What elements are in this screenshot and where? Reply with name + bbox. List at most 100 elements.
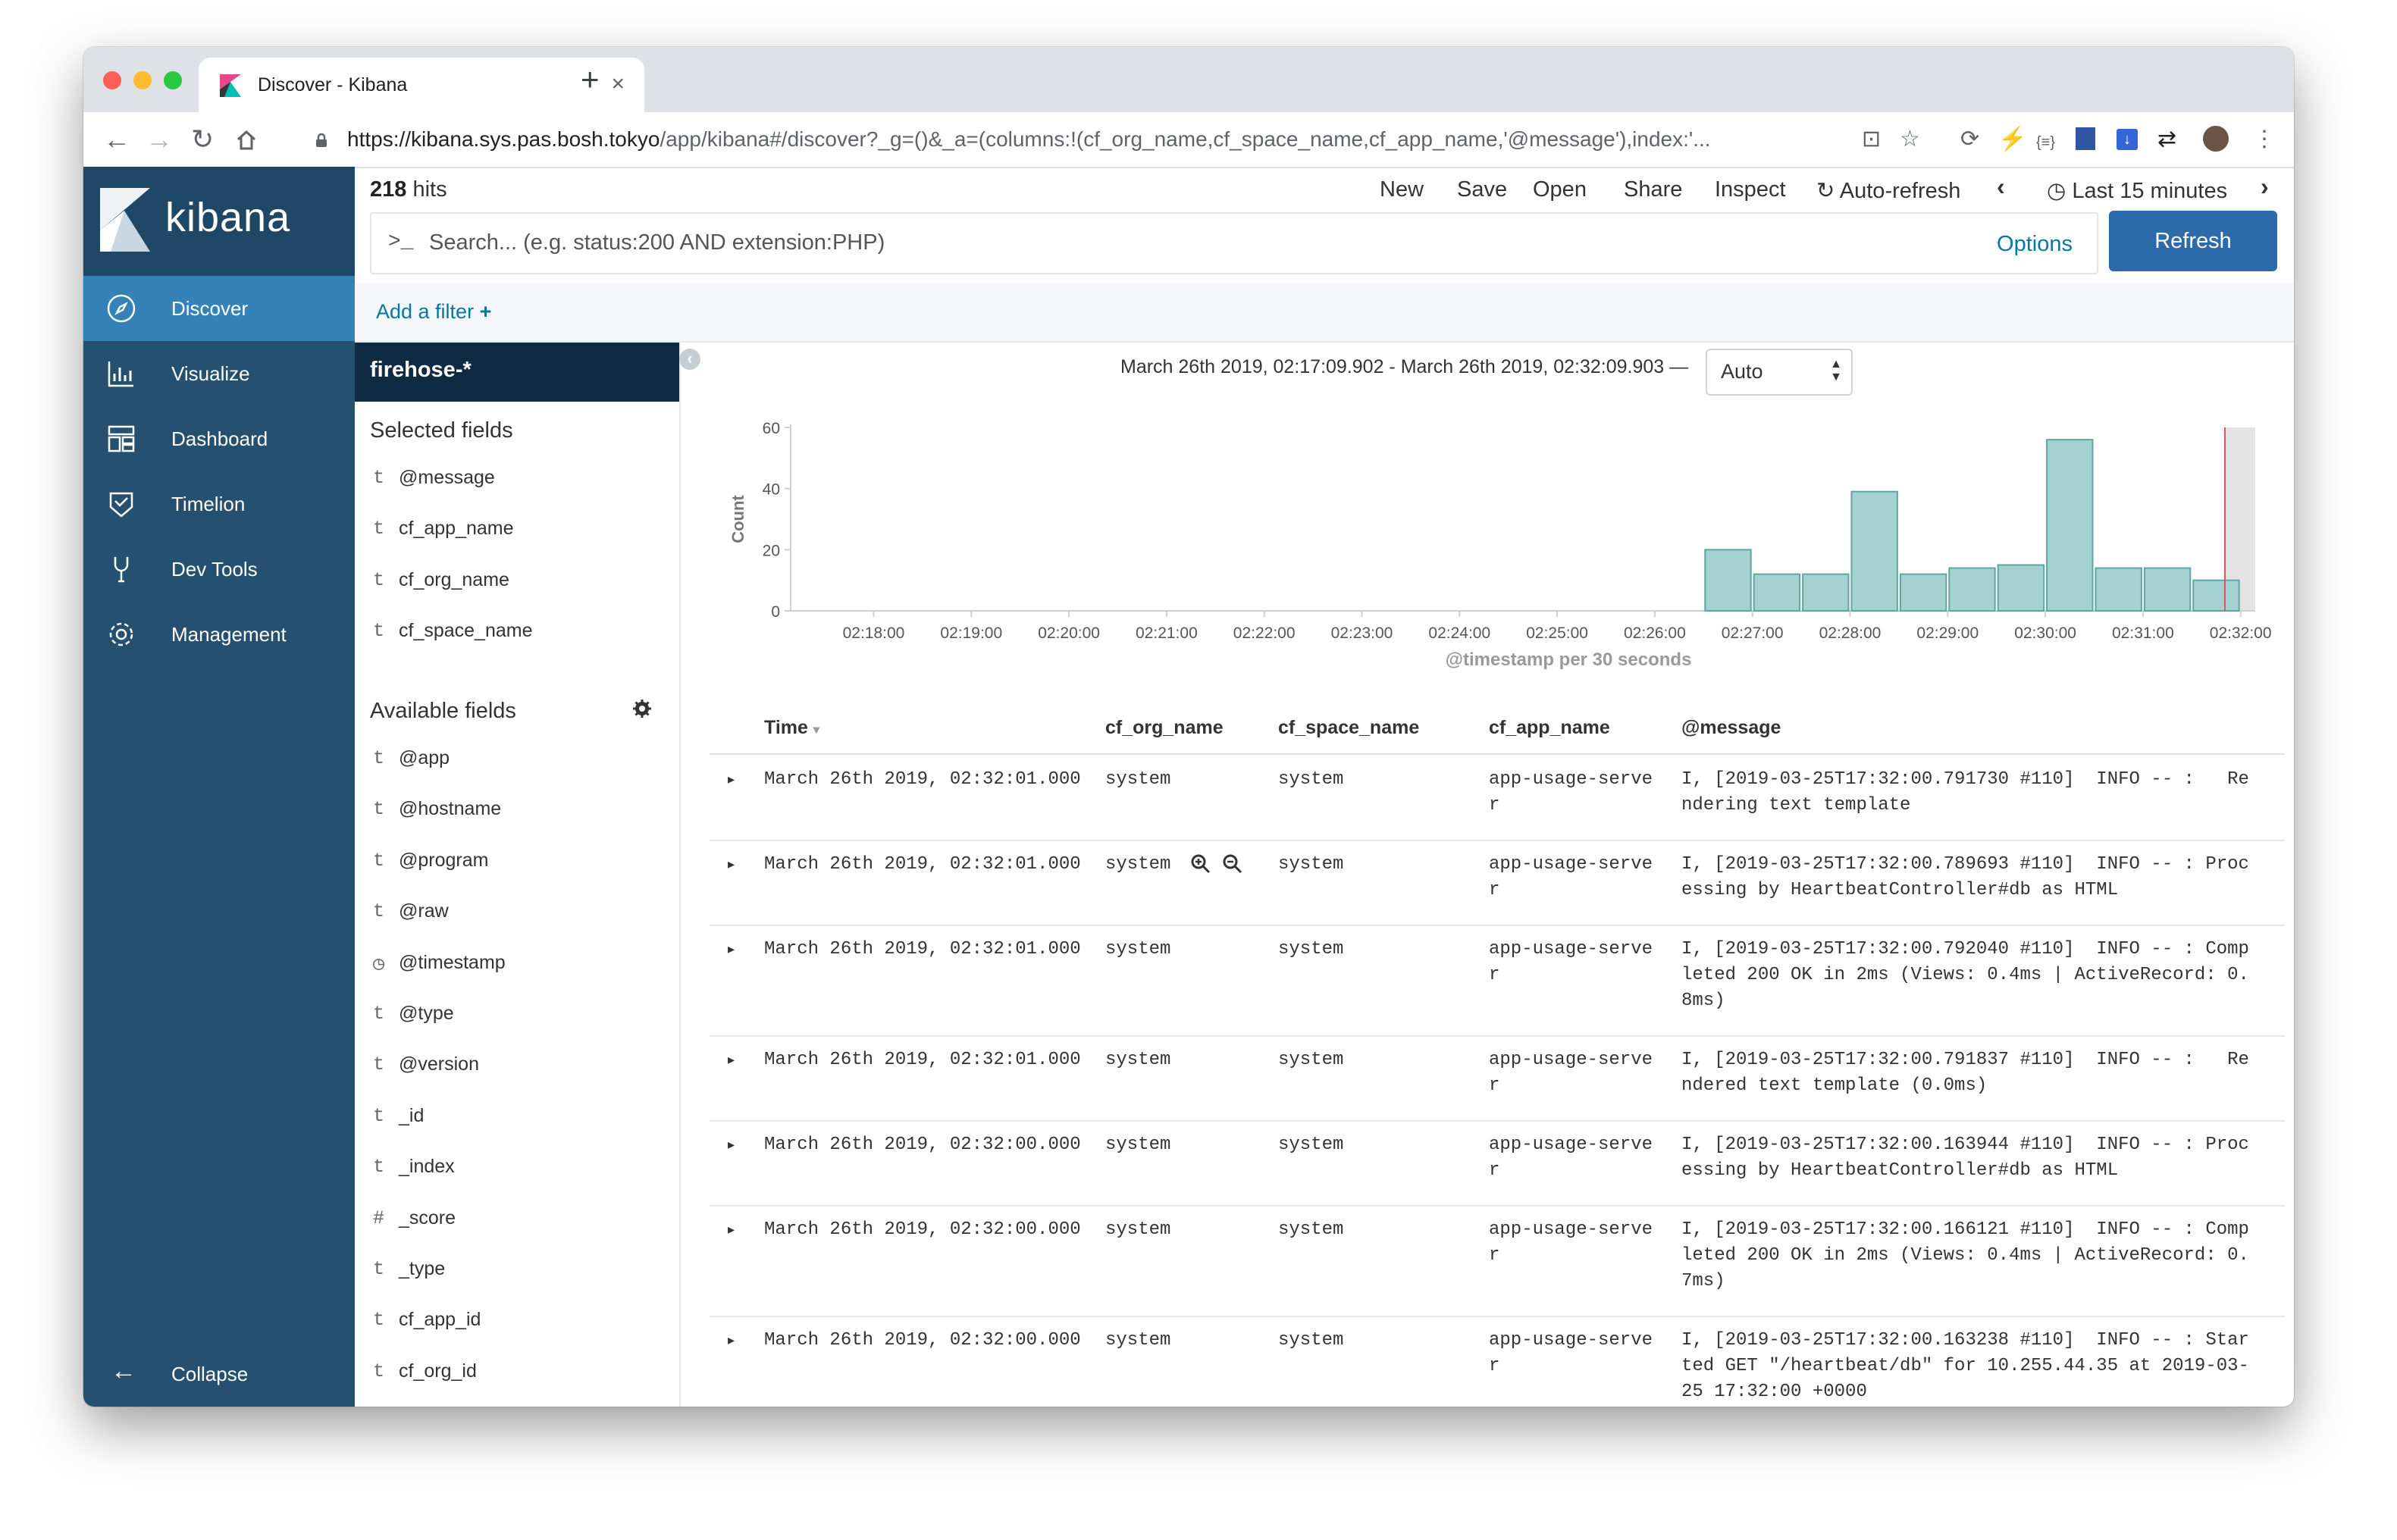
add-filter-button[interactable]: Add a filter +	[376, 300, 491, 324]
table-row[interactable]: ▸ March 26th 2019, 02:32:00.000 system syst…	[710, 1120, 2285, 1207]
field-item[interactable]: t cf_app_id	[355, 1298, 679, 1344]
filter-out-value-icon[interactable]	[1222, 853, 1243, 875]
table-row[interactable]: ▸ March 26th 2019, 02:32:01.000 system syst…	[710, 840, 2285, 926]
collapse-fields-chevron-icon[interactable]: ‹	[679, 349, 700, 370]
translate-icon[interactable]: ⊡	[1862, 126, 1881, 153]
cell-message: I, [2019-03-25T17:32:00.166121 #110] INF…	[1681, 1219, 2249, 1291]
column-header-message[interactable]: @message	[1681, 717, 1781, 739]
close-tab-icon[interactable]: ×	[611, 71, 625, 97]
refresh-button[interactable]: Refresh	[2109, 211, 2277, 271]
kibana-favicon-icon	[220, 74, 241, 97]
column-header-space[interactable]: cf_space_name	[1278, 717, 1419, 739]
field-item[interactable]: t cf_org_name	[355, 559, 679, 604]
field-item[interactable]: t cf_space_name	[355, 609, 679, 655]
new-button[interactable]: New	[1380, 177, 1424, 202]
field-item[interactable]: t @hostname	[355, 787, 679, 833]
expand-row-caret-icon[interactable]: ▸	[728, 856, 735, 872]
auto-refresh-button[interactable]: ↻ Auto-refresh	[1816, 177, 1960, 204]
field-item[interactable]: t _type	[355, 1247, 679, 1293]
field-item[interactable]: t @raw	[355, 890, 679, 935]
search-input[interactable]: >_ Search... (e.g. status:200 AND extens…	[370, 212, 2098, 274]
url-field[interactable]: https://kibana.sys.pas.bosh.tokyo/app/ki…	[347, 127, 1856, 152]
forward-icon[interactable]: →	[146, 123, 173, 156]
logo-area[interactable]: kibana	[83, 167, 355, 276]
sidebar-item-dashboard[interactable]: Dashboard	[83, 406, 355, 471]
cell-org: system	[1105, 1330, 1171, 1351]
maximize-window-button[interactable]	[164, 71, 182, 89]
field-item[interactable]: t @program	[355, 839, 679, 884]
expand-row-caret-icon[interactable]: ▸	[728, 1332, 735, 1348]
download-extension-icon[interactable]: ↓	[2117, 129, 2138, 150]
field-item[interactable]: tcf_origin	[355, 1401, 679, 1407]
table-row[interactable]: ▸ March 26th 2019, 02:32:01.000 system syst…	[710, 755, 2285, 841]
field-item[interactable]: t @type	[355, 992, 679, 1038]
minimize-window-button[interactable]	[133, 71, 152, 89]
inspect-button[interactable]: Inspect	[1715, 177, 1786, 202]
selected-fields-title: Selected fields	[370, 418, 513, 443]
field-item[interactable]: t @version	[355, 1043, 679, 1088]
field-item[interactable]: t _index	[355, 1145, 679, 1191]
field-item[interactable]: t @message	[355, 456, 679, 502]
cell-app: app-usage-serve r	[1489, 1330, 1653, 1376]
interval-select[interactable]: Auto ▲ ▼	[1706, 349, 1853, 396]
index-pattern-name: firehose-*	[370, 358, 472, 382]
home-icon[interactable]	[235, 129, 258, 152]
field-name: _index	[399, 1156, 455, 1178]
field-type-icon: t	[373, 467, 385, 489]
browser-tab[interactable]: Discover - Kibana ×	[199, 58, 644, 112]
column-header-app[interactable]: cf_app_name	[1489, 717, 1610, 739]
lightning-extension-icon[interactable]: ⚡	[1998, 126, 2026, 153]
cell-time: March 26th 2019, 02:32:00.000	[764, 1135, 1081, 1155]
expand-row-caret-icon[interactable]: ▸	[728, 1222, 735, 1238]
column-header-time[interactable]: Time ▾	[764, 717, 819, 739]
expand-row-caret-icon[interactable]: ▸	[728, 1137, 735, 1153]
close-window-button[interactable]	[103, 71, 121, 89]
cell-app: app-usage-serve r	[1489, 939, 1653, 985]
table-row[interactable]: ▸ March 26th 2019, 02:32:01.000 system syst…	[710, 925, 2285, 1037]
bookmark-star-icon[interactable]: ☆	[1900, 126, 1920, 153]
cell-org: system	[1105, 1135, 1171, 1155]
column-header-org[interactable]: cf_org_name	[1105, 717, 1224, 739]
new-tab-button[interactable]: +	[581, 64, 600, 95]
index-pattern-selector[interactable]: firehose-*	[355, 343, 679, 402]
field-item[interactable]: ◷ @timestamp	[355, 941, 679, 987]
options-button[interactable]: Options	[1997, 232, 2073, 257]
field-item[interactable]: t _id	[355, 1094, 679, 1140]
share-button[interactable]: Share	[1624, 177, 1682, 202]
field-item[interactable]: t cf_app_name	[355, 507, 679, 552]
back-icon[interactable]: ←	[103, 123, 130, 156]
time-picker-button[interactable]: ◷ Last 15 minutes	[2047, 177, 2227, 204]
table-row[interactable]: ▸ March 26th 2019, 02:32:01.000 system syst…	[710, 1035, 2285, 1122]
expand-row-caret-icon[interactable]: ▸	[728, 772, 735, 787]
sidebar-item-management[interactable]: Management	[83, 602, 355, 667]
field-name: cf_org_name	[399, 568, 509, 590]
grid-extension-icon[interactable]	[2076, 127, 2095, 150]
cell-app: app-usage-serve r	[1489, 1050, 1653, 1096]
field-item[interactable]: t cf_org_id	[355, 1350, 679, 1395]
filter-for-value-icon[interactable]	[1190, 853, 1211, 875]
field-settings-gear-icon[interactable]	[632, 699, 652, 718]
sidebar-item-discover[interactable]: Discover	[83, 276, 355, 341]
table-row[interactable]: ▸ March 26th 2019, 02:32:00.000 system syst…	[710, 1316, 2285, 1407]
open-button[interactable]: Open	[1533, 177, 1587, 202]
sync-extension-icon[interactable]: ⟳	[1960, 126, 1979, 153]
table-row[interactable]: ▸ March 26th 2019, 02:32:00.000 system syst…	[710, 1205, 2285, 1317]
sidebar-item-visualize[interactable]: Visualize	[83, 341, 355, 406]
sort-down-icon[interactable]: ▾	[813, 724, 819, 737]
sidebar-item-dev-tools[interactable]: Dev Tools	[83, 537, 355, 602]
reload-icon[interactable]: ↻	[191, 123, 214, 156]
swap-extension-icon[interactable]: ⇄	[2157, 126, 2176, 153]
save-button[interactable]: Save	[1457, 177, 1507, 202]
time-back-chevron-icon[interactable]: ‹	[1997, 173, 2005, 201]
profile-avatar[interactable]	[2203, 126, 2229, 152]
sidebar-item-timelion[interactable]: Timelion	[83, 471, 355, 537]
field-item[interactable]: # _score	[355, 1197, 679, 1242]
sidebar-collapse-button[interactable]: ← Collapse	[83, 1341, 355, 1407]
field-item[interactable]: t @app	[355, 737, 679, 782]
browser-menu-icon[interactable]: ⋮	[2253, 126, 2276, 153]
time-forward-chevron-icon[interactable]: ›	[2261, 173, 2269, 201]
lock-icon[interactable]	[315, 133, 327, 147]
expand-row-caret-icon[interactable]: ▸	[728, 941, 735, 957]
json-extension-icon[interactable]: {≡}	[2036, 129, 2055, 156]
expand-row-caret-icon[interactable]: ▸	[728, 1052, 735, 1068]
